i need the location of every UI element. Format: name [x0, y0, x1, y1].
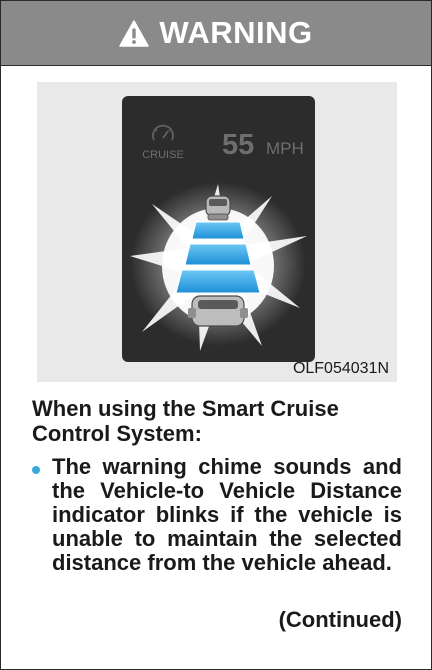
instrument-display: CRUISE 55 MPH: [122, 96, 315, 362]
list-item: The warning chime sounds and the Vehicle…: [32, 455, 402, 575]
bullet-text: The warning chime sounds and the Vehicle…: [52, 454, 402, 575]
speed-unit: MPH: [266, 139, 304, 158]
cruise-speedometer-icon: [152, 124, 174, 141]
banner-title: WARNING: [159, 15, 313, 50]
vehicle-ahead-icon: [205, 195, 231, 221]
distance-bar: [191, 221, 245, 240]
speed-value: 55: [222, 129, 254, 161]
warning-triangle-icon: [119, 19, 150, 47]
distance-bar: [184, 243, 252, 266]
continued-label: (Continued): [278, 607, 402, 632]
figure-code: OLF054031N: [292, 360, 389, 377]
distance-bar: [175, 269, 261, 294]
bullet-icon: [32, 466, 40, 474]
own-vehicle-icon: [188, 295, 248, 327]
intro-text: When using the Smart Cruise Control Syst…: [32, 396, 339, 446]
cluster-illustration: CRUISE 55 MPH OLF054031N: [37, 82, 397, 382]
cruise-label: CRUISE: [142, 149, 184, 161]
warning-banner: WARNING: [1, 1, 431, 66]
